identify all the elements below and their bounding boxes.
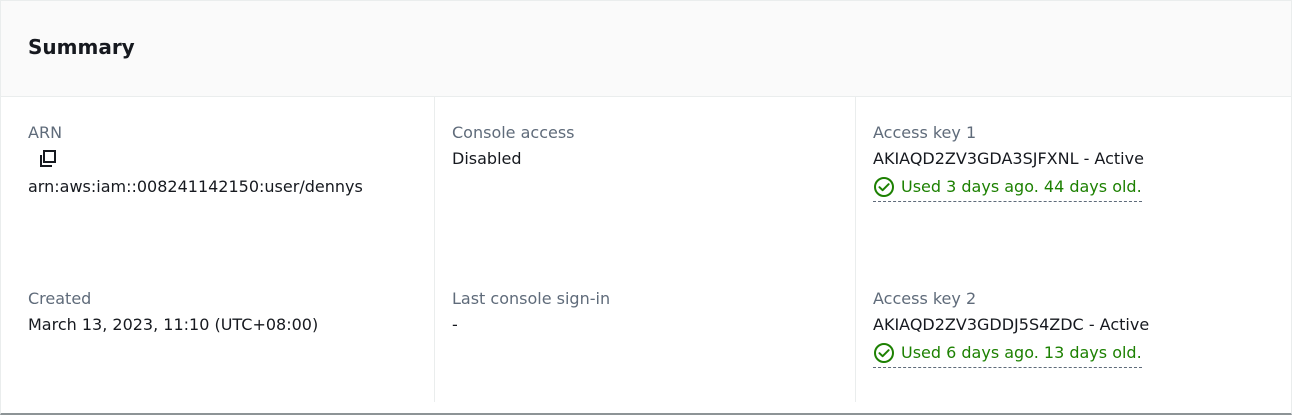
check-circle-icon	[874, 343, 894, 363]
summary-panel: Summary ARN arn:aws:iam::008241142150:us…	[0, 0, 1292, 415]
access-key-1-field: Access key 1 AKIAQD2ZV3GDA3SJFXNL - Acti…	[873, 121, 1144, 202]
summary-header: Summary	[1, 1, 1291, 97]
copy-icon[interactable]	[36, 147, 60, 171]
console-access-field: Console access Disabled	[452, 121, 575, 171]
check-circle-icon	[874, 177, 894, 197]
summary-column-1: ARN arn:aws:iam::008241142150:user/denny…	[28, 97, 408, 402]
arn-value: arn:aws:iam::008241142150:user/dennys	[28, 177, 363, 196]
last-sign-in-field: Last console sign-in -	[452, 287, 610, 337]
access-key-1-status[interactable]: Used 3 days ago. 44 days old.	[873, 175, 1142, 202]
access-key-2-label: Access key 2	[873, 289, 977, 308]
summary-column-3: Access key 1 AKIAQD2ZV3GDA3SJFXNL - Acti…	[855, 97, 1275, 402]
created-value: March 13, 2023, 11:10 (UTC+08:00)	[28, 315, 319, 334]
arn-field: ARN arn:aws:iam::008241142150:user/denny…	[28, 121, 398, 199]
access-key-1-label: Access key 1	[873, 123, 977, 142]
access-key-2-value: AKIAQD2ZV3GDDJ5S4ZDC - Active	[873, 315, 1150, 334]
access-key-1-value: AKIAQD2ZV3GDA3SJFXNL - Active	[873, 149, 1144, 168]
created-label: Created	[28, 289, 92, 308]
access-key-2-status[interactable]: Used 6 days ago. 13 days old.	[873, 341, 1142, 368]
console-access-value: Disabled	[452, 149, 522, 168]
access-key-2-status-text: Used 6 days ago. 13 days old.	[901, 343, 1142, 362]
summary-title: Summary	[28, 35, 135, 59]
summary-columns: ARN arn:aws:iam::008241142150:user/denny…	[1, 97, 1291, 414]
last-sign-in-label: Last console sign-in	[452, 289, 611, 308]
created-field: Created March 13, 2023, 11:10 (UTC+08:00…	[28, 287, 318, 337]
summary-column-2: Console access Disabled Last console sig…	[434, 97, 854, 402]
console-access-label: Console access	[452, 123, 575, 142]
last-sign-in-value: -	[452, 315, 458, 334]
access-key-1-status-text: Used 3 days ago. 44 days old.	[901, 177, 1142, 196]
access-key-2-field: Access key 2 AKIAQD2ZV3GDDJ5S4ZDC - Acti…	[873, 287, 1149, 368]
arn-label: ARN	[28, 123, 63, 142]
